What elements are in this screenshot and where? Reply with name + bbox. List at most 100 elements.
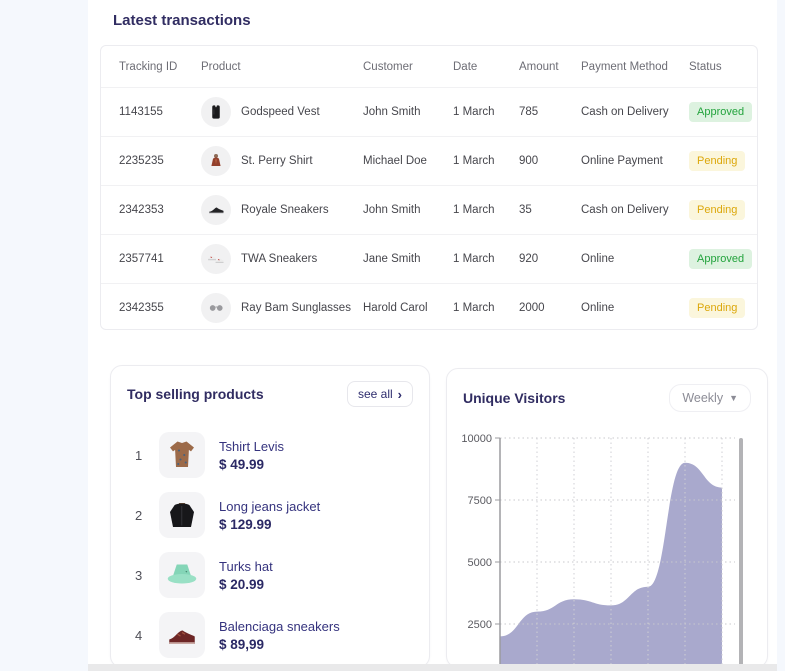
product-cell: TWA Sneakers (201, 244, 363, 274)
see-all-button[interactable]: see all › (346, 381, 413, 407)
amount: 2000 (519, 302, 545, 314)
sneakers-pair-product-icon (201, 244, 231, 274)
status-badge: Approved (689, 102, 753, 122)
customer: Michael Doe (363, 155, 427, 167)
item-info: Long jeans jacket $ 129.99 (219, 499, 320, 532)
item-rank: 4 (135, 627, 143, 643)
amount: 920 (519, 253, 539, 265)
tshirt-product-icon (159, 432, 205, 478)
sneaker-product-icon (201, 195, 231, 225)
status-badge: Pending (689, 298, 746, 318)
chevron-down-icon: ▼ (729, 392, 738, 403)
item-rank: 2 (135, 507, 143, 523)
tracking-id: 1143155 (119, 106, 163, 118)
list-item: 1 Tshirt Levis $ 49.99 (111, 425, 429, 485)
top-selling-title: Top selling products (127, 386, 264, 402)
product-price: $ 89,99 (219, 636, 265, 652)
svg-text:2500: 2500 (468, 619, 492, 631)
bucket-hat-product-icon (159, 552, 205, 598)
list-item: 2 Long jeans jacket $ 129.99 (111, 485, 429, 545)
product-price: $ 49.99 (219, 456, 265, 472)
product-name: St. Perry Shirt (241, 155, 313, 167)
amount: 785 (519, 106, 539, 118)
list-item: 3 Turks hat $ 20.99 (111, 545, 429, 605)
latest-transactions-table: Tracking ID Product Customer Date Amount… (100, 45, 758, 330)
customer: John Smith (363, 106, 421, 118)
date: 1 March (453, 106, 495, 118)
product-name: Ray Bam Sunglasses (241, 302, 351, 314)
status-cell: Pending (689, 298, 757, 318)
table-row: 2357741 TWA Sneakers Jane Smith 1 March … (101, 234, 757, 283)
product-name: Godspeed Vest (241, 106, 320, 118)
see-all-label: see all (357, 387, 393, 401)
unique-visitors-title: Unique Visitors (463, 390, 566, 406)
top-selling-list: 1 Tshirt Levis $ 49.99 2 Long jeans jack… (111, 425, 429, 665)
sunglasses-product-icon (201, 293, 231, 323)
status-cell: Approved (689, 102, 757, 122)
customer: Jane Smith (363, 253, 421, 265)
list-item: 4 Balenciaga sneakers $ 89,99 (111, 605, 429, 665)
date: 1 March (453, 253, 495, 265)
tracking-id: 2235235 (119, 155, 164, 167)
tracking-id: 2357741 (119, 253, 164, 265)
period-dropdown[interactable]: Weekly ▼ (669, 384, 751, 412)
svg-text:7500: 7500 (468, 495, 492, 507)
product-price: $ 20.99 (219, 576, 265, 592)
payment-method: Cash on Delivery (581, 106, 669, 118)
product-name: TWA Sneakers (241, 253, 318, 265)
column-header-customer: Customer (363, 60, 413, 73)
payment-method: Online (581, 253, 615, 265)
date: 1 March (453, 204, 495, 216)
status-cell: Pending (689, 151, 757, 171)
product-cell: St. Perry Shirt (201, 146, 363, 176)
amount: 900 (519, 155, 539, 167)
status-badge: Pending (689, 200, 746, 220)
svg-text:10000: 10000 (461, 433, 492, 445)
product-name: Tshirt Levis (219, 438, 285, 454)
unique-visitors-card: Unique Visitors Weekly ▼ 10000 7500 5000 25… (446, 368, 768, 668)
top-selling-header: Top selling products see all › (111, 366, 429, 415)
table-row: 2235235 St. Perry Shirt Michael Doe 1 Ma… (101, 136, 757, 185)
visitors-area-chart: 10000 7500 5000 2500 (447, 429, 767, 667)
date: 1 March (453, 302, 495, 314)
item-info: Tshirt Levis $ 49.99 (219, 439, 284, 472)
page-background-right (777, 0, 785, 671)
status-cell: Pending (689, 200, 757, 220)
product-cell: Royale Sneakers (201, 195, 363, 225)
item-rank: 1 (135, 447, 143, 463)
page-title: Latest transactions (113, 12, 251, 29)
column-header-product: Product (201, 60, 241, 73)
customer: John Smith (363, 204, 421, 216)
column-header-status: Status (689, 60, 722, 73)
top-selling-products-card: Top selling products see all › 1 Tshirt … (110, 365, 430, 668)
item-info: Balenciaga sneakers $ 89,99 (219, 619, 340, 652)
column-header-tracking-id: Tracking ID (119, 60, 178, 73)
vest-product-icon (201, 97, 231, 127)
product-name: Royale Sneakers (241, 204, 329, 216)
shirt-product-icon (201, 146, 231, 176)
product-price: $ 129.99 (219, 516, 272, 532)
sneaker-product-icon (159, 612, 205, 658)
period-label: Weekly (682, 391, 724, 405)
status-badge: Approved (689, 249, 753, 269)
column-header-payment-method: Payment Method (581, 60, 668, 73)
jacket-product-icon (159, 492, 205, 538)
table-header-row: Tracking ID Product Customer Date Amount… (101, 46, 757, 87)
product-name: Turks hat (219, 558, 273, 574)
product-cell: Ray Bam Sunglasses (201, 293, 363, 323)
chart-scrollbar[interactable] (739, 438, 743, 667)
item-rank: 3 (135, 567, 143, 583)
horizontal-scrollbar[interactable] (88, 664, 777, 671)
product-name: Long jeans jacket (219, 498, 321, 514)
page-background-left (0, 0, 88, 671)
item-info: Turks hat $ 20.99 (219, 559, 273, 592)
table-row: 1143155 Godspeed Vest John Smith 1 March… (101, 87, 757, 136)
amount: 35 (519, 204, 532, 216)
svg-text:5000: 5000 (468, 557, 492, 569)
unique-visitors-header: Unique Visitors Weekly ▼ (447, 369, 767, 420)
chevron-right-icon: › (397, 386, 402, 402)
payment-method: Online (581, 302, 615, 314)
customer: Harold Carol (363, 302, 428, 314)
table-row: 2342355 Ray Bam Sunglasses Harold Carol … (101, 283, 757, 329)
product-cell: Godspeed Vest (201, 97, 363, 127)
